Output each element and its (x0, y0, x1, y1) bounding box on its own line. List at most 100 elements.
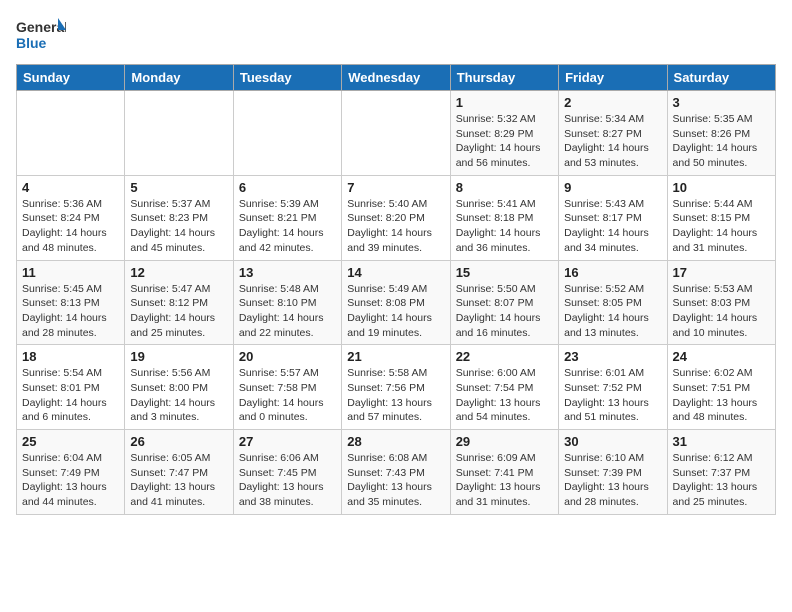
calendar-day-cell: 31 Sunrise: 6:12 AM Sunset: 7:37 PM Dayli… (667, 430, 775, 515)
day-number: 19 (130, 349, 227, 364)
day-info: Sunrise: 5:40 AM Sunset: 8:20 PM Dayligh… (347, 197, 444, 256)
day-info: Sunrise: 5:50 AM Sunset: 8:07 PM Dayligh… (456, 282, 553, 341)
day-number: 20 (239, 349, 336, 364)
calendar-day-cell: 23 Sunrise: 6:01 AM Sunset: 7:52 PM Dayli… (559, 345, 667, 430)
weekday-header-friday: Friday (559, 65, 667, 91)
day-info: Sunrise: 5:43 AM Sunset: 8:17 PM Dayligh… (564, 197, 661, 256)
day-number: 9 (564, 180, 661, 195)
day-info: Sunrise: 5:32 AM Sunset: 8:29 PM Dayligh… (456, 112, 553, 171)
calendar-day-cell: 1 Sunrise: 5:32 AM Sunset: 8:29 PM Daylig… (450, 91, 558, 176)
day-number: 14 (347, 265, 444, 280)
day-info: Sunrise: 6:12 AM Sunset: 7:37 PM Dayligh… (673, 451, 770, 510)
calendar-day-cell: 2 Sunrise: 5:34 AM Sunset: 8:27 PM Daylig… (559, 91, 667, 176)
day-number: 17 (673, 265, 770, 280)
day-info: Sunrise: 6:05 AM Sunset: 7:47 PM Dayligh… (130, 451, 227, 510)
day-info: Sunrise: 5:47 AM Sunset: 8:12 PM Dayligh… (130, 282, 227, 341)
calendar-day-cell: 16 Sunrise: 5:52 AM Sunset: 8:05 PM Dayli… (559, 260, 667, 345)
calendar-week-row: 4 Sunrise: 5:36 AM Sunset: 8:24 PM Daylig… (17, 175, 776, 260)
calendar-empty-cell (342, 91, 450, 176)
day-number: 29 (456, 434, 553, 449)
day-info: Sunrise: 5:37 AM Sunset: 8:23 PM Dayligh… (130, 197, 227, 256)
calendar-day-cell: 12 Sunrise: 5:47 AM Sunset: 8:12 PM Dayli… (125, 260, 233, 345)
calendar-week-row: 1 Sunrise: 5:32 AM Sunset: 8:29 PM Daylig… (17, 91, 776, 176)
weekday-header-wednesday: Wednesday (342, 65, 450, 91)
calendar-day-cell: 21 Sunrise: 5:58 AM Sunset: 7:56 PM Dayli… (342, 345, 450, 430)
calendar-day-cell: 8Sunrise: 5:41 AM Sunset: 8:18 PM Daylig… (450, 175, 558, 260)
day-number: 25 (22, 434, 119, 449)
day-info: Sunrise: 5:34 AM Sunset: 8:27 PM Dayligh… (564, 112, 661, 171)
calendar-day-cell: 28 Sunrise: 6:08 AM Sunset: 7:43 PM Dayli… (342, 430, 450, 515)
calendar-day-cell: 4 Sunrise: 5:36 AM Sunset: 8:24 PM Daylig… (17, 175, 125, 260)
day-number: 30 (564, 434, 661, 449)
calendar-day-cell: 6 Sunrise: 5:39 AM Sunset: 8:21 PM Daylig… (233, 175, 341, 260)
calendar-day-cell: 24 Sunrise: 6:02 AM Sunset: 7:51 PM Dayli… (667, 345, 775, 430)
calendar-day-cell: 25 Sunrise: 6:04 AM Sunset: 7:49 PM Dayli… (17, 430, 125, 515)
day-number: 22 (456, 349, 553, 364)
day-info: Sunrise: 6:06 AM Sunset: 7:45 PM Dayligh… (239, 451, 336, 510)
day-number: 4 (22, 180, 119, 195)
calendar-empty-cell (17, 91, 125, 176)
day-info: Sunrise: 5:44 AM Sunset: 8:15 PM Dayligh… (673, 197, 770, 256)
weekday-header-saturday: Saturday (667, 65, 775, 91)
calendar-empty-cell (233, 91, 341, 176)
calendar-week-row: 25 Sunrise: 6:04 AM Sunset: 7:49 PM Dayli… (17, 430, 776, 515)
day-number: 10 (673, 180, 770, 195)
calendar-day-cell: 30Sunrise: 6:10 AM Sunset: 7:39 PM Dayli… (559, 430, 667, 515)
day-number: 8 (456, 180, 553, 195)
calendar-day-cell: 5 Sunrise: 5:37 AM Sunset: 8:23 PM Daylig… (125, 175, 233, 260)
day-number: 28 (347, 434, 444, 449)
calendar-day-cell: 26Sunrise: 6:05 AM Sunset: 7:47 PM Dayli… (125, 430, 233, 515)
day-info: Sunrise: 5:39 AM Sunset: 8:21 PM Dayligh… (239, 197, 336, 256)
day-info: Sunrise: 6:08 AM Sunset: 7:43 PM Dayligh… (347, 451, 444, 510)
calendar-day-cell: 3 Sunrise: 5:35 AM Sunset: 8:26 PM Daylig… (667, 91, 775, 176)
day-number: 12 (130, 265, 227, 280)
day-number: 1 (456, 95, 553, 110)
calendar-table: SundayMondayTuesdayWednesdayThursdayFrid… (16, 64, 776, 515)
day-number: 2 (564, 95, 661, 110)
day-info: Sunrise: 5:36 AM Sunset: 8:24 PM Dayligh… (22, 197, 119, 256)
calendar-day-cell: 22 Sunrise: 6:00 AM Sunset: 7:54 PM Dayli… (450, 345, 558, 430)
day-info: Sunrise: 5:35 AM Sunset: 8:26 PM Dayligh… (673, 112, 770, 171)
day-info: Sunrise: 6:00 AM Sunset: 7:54 PM Dayligh… (456, 366, 553, 425)
calendar-empty-cell (125, 91, 233, 176)
weekday-header-thursday: Thursday (450, 65, 558, 91)
calendar-week-row: 11 Sunrise: 5:45 AM Sunset: 8:13 PM Dayli… (17, 260, 776, 345)
day-number: 13 (239, 265, 336, 280)
day-info: Sunrise: 5:49 AM Sunset: 8:08 PM Dayligh… (347, 282, 444, 341)
day-number: 15 (456, 265, 553, 280)
day-info: Sunrise: 6:02 AM Sunset: 7:51 PM Dayligh… (673, 366, 770, 425)
day-info: Sunrise: 5:57 AM Sunset: 7:58 PM Dayligh… (239, 366, 336, 425)
day-info: Sunrise: 5:45 AM Sunset: 8:13 PM Dayligh… (22, 282, 119, 341)
weekday-header-monday: Monday (125, 65, 233, 91)
calendar-day-cell: 20 Sunrise: 5:57 AM Sunset: 7:58 PM Dayli… (233, 345, 341, 430)
day-number: 24 (673, 349, 770, 364)
calendar-day-cell: 7 Sunrise: 5:40 AM Sunset: 8:20 PM Daylig… (342, 175, 450, 260)
day-number: 3 (673, 95, 770, 110)
day-number: 7 (347, 180, 444, 195)
day-info: Sunrise: 5:48 AM Sunset: 8:10 PM Dayligh… (239, 282, 336, 341)
day-info: Sunrise: 5:53 AM Sunset: 8:03 PM Dayligh… (673, 282, 770, 341)
weekday-header-row: SundayMondayTuesdayWednesdayThursdayFrid… (17, 65, 776, 91)
day-info: Sunrise: 5:54 AM Sunset: 8:01 PM Dayligh… (22, 366, 119, 425)
day-number: 6 (239, 180, 336, 195)
day-number: 23 (564, 349, 661, 364)
day-info: Sunrise: 5:58 AM Sunset: 7:56 PM Dayligh… (347, 366, 444, 425)
logo: GeneralBlue (16, 16, 66, 52)
day-info: Sunrise: 6:01 AM Sunset: 7:52 PM Dayligh… (564, 366, 661, 425)
day-number: 11 (22, 265, 119, 280)
day-info: Sunrise: 6:04 AM Sunset: 7:49 PM Dayligh… (22, 451, 119, 510)
calendar-day-cell: 17 Sunrise: 5:53 AM Sunset: 8:03 PM Dayli… (667, 260, 775, 345)
day-number: 5 (130, 180, 227, 195)
calendar-day-cell: 15 Sunrise: 5:50 AM Sunset: 8:07 PM Dayli… (450, 260, 558, 345)
weekday-header-tuesday: Tuesday (233, 65, 341, 91)
calendar-day-cell: 13 Sunrise: 5:48 AM Sunset: 8:10 PM Dayli… (233, 260, 341, 345)
day-number: 21 (347, 349, 444, 364)
calendar-day-cell: 10 Sunrise: 5:44 AM Sunset: 8:15 PM Dayli… (667, 175, 775, 260)
svg-text:Blue: Blue (16, 35, 47, 51)
day-info: Sunrise: 5:52 AM Sunset: 8:05 PM Dayligh… (564, 282, 661, 341)
day-number: 31 (673, 434, 770, 449)
calendar-day-cell: 11 Sunrise: 5:45 AM Sunset: 8:13 PM Dayli… (17, 260, 125, 345)
day-number: 18 (22, 349, 119, 364)
day-number: 16 (564, 265, 661, 280)
day-number: 27 (239, 434, 336, 449)
